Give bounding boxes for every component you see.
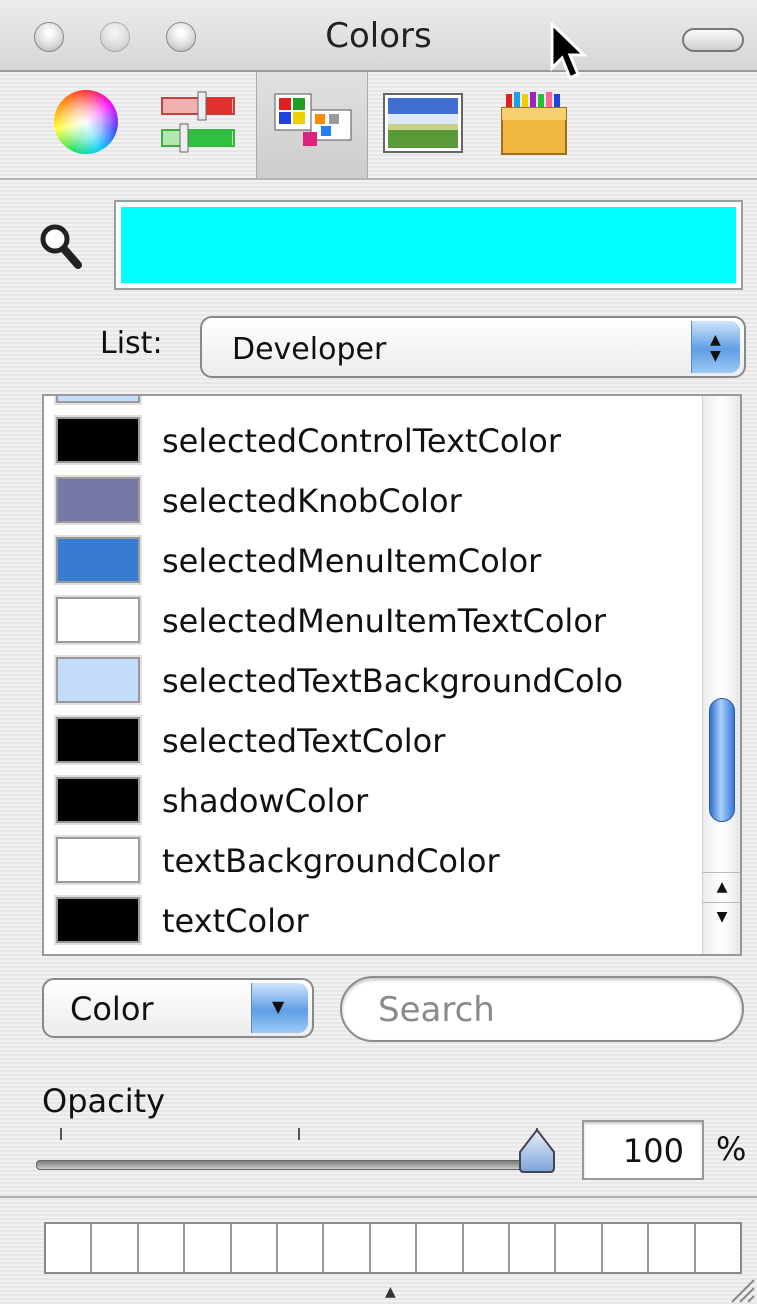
scroll-up-button[interactable]: ▲ (703, 872, 740, 901)
swatch-cell[interactable] (463, 1224, 511, 1272)
list-item[interactable] (44, 396, 704, 412)
swatch-cell[interactable] (92, 1224, 139, 1272)
swatch-cell[interactable] (510, 1224, 557, 1272)
swatch-cell[interactable] (602, 1224, 650, 1272)
opacity-value: 100 (622, 1132, 684, 1170)
swatch-cell[interactable] (46, 1224, 93, 1272)
crayon-box-icon (501, 92, 567, 155)
swatch-cell[interactable] (138, 1224, 186, 1272)
color-wheel-icon (54, 90, 118, 154)
swatch-cell[interactable] (370, 1224, 418, 1272)
tab-crayons[interactable] (484, 72, 594, 178)
color-name-label: selectedMenuItemColor (162, 542, 542, 580)
opacity-label: Opacity (42, 1082, 166, 1120)
color-sliders-icon (161, 91, 235, 153)
color-swatch (54, 895, 142, 945)
tab-color-sliders[interactable] (144, 72, 254, 178)
search-input[interactable] (376, 988, 720, 1032)
swatch-cell[interactable] (324, 1224, 371, 1272)
slider-tick (60, 1128, 62, 1140)
color-swatch (54, 475, 142, 525)
percent-label: % (716, 1130, 747, 1168)
color-swatch (54, 715, 142, 765)
swatch-cell[interactable] (417, 1224, 464, 1272)
swatch-cell[interactable] (231, 1224, 279, 1272)
window-title: Colors (325, 16, 432, 56)
picker-toolbar (0, 72, 757, 180)
list-item[interactable]: selectedTextBackgroundColo (44, 652, 704, 712)
scroll-down-button[interactable]: ▼ (703, 902, 740, 931)
color-name-label: textBackgroundColor (162, 842, 500, 880)
saved-swatches-bar (44, 1222, 742, 1274)
color-swatch (54, 655, 142, 705)
magnifier-icon[interactable] (38, 222, 82, 270)
swatch-cell[interactable] (649, 1224, 696, 1272)
color-name-label: selectedTextColor (162, 722, 446, 760)
mode-popup[interactable]: Color ▼ (42, 978, 314, 1038)
divider (0, 1196, 757, 1198)
color-swatch (54, 775, 142, 825)
landscape-image-icon (383, 93, 463, 153)
color-name-label: selectedKnobColor (162, 482, 462, 520)
swatch-cell[interactable] (695, 1224, 741, 1272)
swatch-cell[interactable] (556, 1224, 603, 1272)
opacity-field[interactable]: 100 (582, 1120, 704, 1180)
color-name-label: selectedMenuItemTextColor (162, 602, 607, 640)
title-bar: Colors (0, 0, 757, 72)
color-swatch (54, 595, 142, 645)
list-item[interactable]: selectedMenuItemColor (44, 532, 704, 592)
drag-handle-icon[interactable]: ▲ (385, 1284, 396, 1300)
list-item[interactable]: textBackgroundColor (44, 832, 704, 892)
color-name-label: textColor (162, 902, 309, 940)
color-list: selectedControlTextColor selectedKnobColo… (42, 394, 742, 956)
list-item[interactable]: selectedMenuItemTextColor (44, 592, 704, 652)
resize-grip-icon[interactable] (728, 1276, 756, 1304)
tab-color-palettes[interactable] (256, 72, 368, 178)
scroll-thumb[interactable] (709, 698, 735, 822)
list-popup-value: Developer (232, 332, 387, 367)
slider-tick (298, 1128, 300, 1140)
chevron-down-icon: ▼ (251, 983, 308, 1033)
color-palettes-icon (274, 93, 352, 146)
opacity-slider-knob[interactable] (518, 1128, 556, 1174)
swatch-cell[interactable] (185, 1224, 232, 1272)
list-item[interactable]: shadowColor (44, 772, 704, 832)
mouse-pointer-icon (550, 22, 588, 81)
mode-popup-value: Color (70, 990, 154, 1028)
list-popup[interactable]: Developer ▲ ▼ (200, 316, 746, 378)
tab-image-palettes[interactable] (372, 72, 482, 178)
current-color-well[interactable] (114, 200, 743, 290)
search-field[interactable] (340, 976, 744, 1042)
list-item[interactable]: selectedTextColor (44, 712, 704, 772)
list-item[interactable]: textColor (44, 892, 704, 952)
list-scrollbar[interactable]: ▲ ▼ (702, 396, 740, 954)
toolbar-toggle-button[interactable] (682, 28, 744, 52)
opacity-slider-track[interactable] (36, 1160, 538, 1170)
color-swatch (54, 415, 142, 465)
list-item[interactable]: selectedKnobColor (44, 472, 704, 532)
color-swatch (54, 835, 142, 885)
color-name-label: selectedTextBackgroundColo (162, 662, 624, 700)
swatch-cell[interactable] (278, 1224, 325, 1272)
popup-arrows-icon: ▲ ▼ (691, 321, 740, 373)
color-name-label: selectedControlTextColor (162, 422, 562, 460)
current-color-swatch (121, 207, 736, 283)
color-swatch (54, 396, 142, 405)
color-name-label: shadowColor (162, 782, 369, 820)
colors-window: Colors List: Developer ▲ ▼ selectedContr… (0, 0, 757, 1304)
list-label: List: (100, 326, 163, 361)
tab-color-wheel[interactable] (30, 72, 140, 178)
color-swatch (54, 535, 142, 585)
list-item[interactable]: selectedControlTextColor (44, 412, 704, 472)
